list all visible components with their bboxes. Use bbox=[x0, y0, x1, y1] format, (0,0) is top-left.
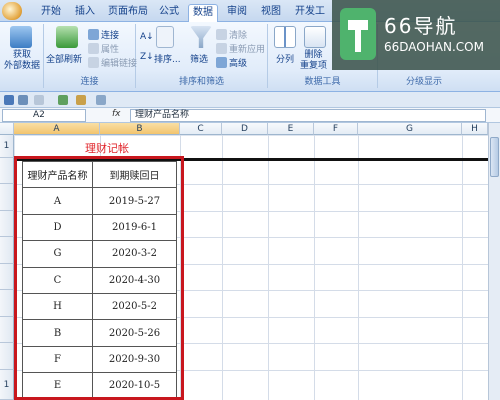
row-header-10[interactable]: 1 bbox=[0, 370, 14, 400]
vertical-scrollbar[interactable] bbox=[488, 123, 500, 400]
gridline bbox=[268, 135, 269, 400]
filter-button[interactable]: 筛选 bbox=[190, 52, 208, 65]
tab-formulas[interactable]: 公式 bbox=[156, 4, 182, 22]
connections-button[interactable]: 连接 bbox=[88, 28, 119, 41]
group-get-external: 获取 外部数据 bbox=[0, 24, 44, 88]
column-header-g[interactable]: G bbox=[358, 123, 462, 135]
watermark-name: 66导航 bbox=[384, 14, 458, 38]
reapply-label: 重新应用 bbox=[229, 45, 266, 55]
connections-label: 连接 bbox=[101, 31, 120, 41]
text-to-columns-icon bbox=[274, 26, 296, 48]
tab-developer[interactable]: 开发工 bbox=[292, 4, 328, 22]
column-header-a[interactable]: A bbox=[14, 123, 100, 135]
tab-data[interactable]: 数据 bbox=[188, 4, 218, 23]
gridline bbox=[462, 135, 463, 400]
column-header-f[interactable]: F bbox=[314, 123, 358, 135]
sort-ascending-icon[interactable]: A↓ bbox=[140, 32, 154, 42]
remove-duplicates-button[interactable]: 删除 重复项 bbox=[300, 50, 327, 72]
sheet-title[interactable]: 理财记帐 bbox=[62, 140, 152, 156]
formula-input[interactable]: 理财产品名称 bbox=[130, 109, 486, 122]
watermark-logo-glyph bbox=[348, 20, 368, 52]
sort-button[interactable]: 排序... bbox=[154, 52, 181, 65]
tab-review[interactable]: 审阅 bbox=[224, 4, 250, 22]
connections-icon bbox=[88, 29, 99, 40]
redo-icon[interactable] bbox=[34, 95, 44, 105]
formula-bar: A2 fx 理财产品名称 bbox=[0, 108, 500, 123]
group-data-tools-label: 数据工具 bbox=[304, 77, 341, 87]
office-button-icon[interactable] bbox=[2, 2, 22, 20]
advanced-filter-icon bbox=[216, 57, 227, 68]
watermark-url: 66DAOHAN.COM bbox=[384, 40, 484, 54]
scrollbar-thumb[interactable] bbox=[490, 137, 499, 177]
clear-button[interactable]: 清除 bbox=[216, 28, 247, 41]
gridline bbox=[314, 135, 315, 400]
filter-icon bbox=[190, 26, 212, 48]
refresh-icon[interactable] bbox=[58, 95, 68, 105]
name-box[interactable]: A2 bbox=[2, 109, 86, 122]
sort-icon[interactable] bbox=[76, 95, 86, 105]
advanced-button[interactable]: 高级 bbox=[216, 56, 247, 69]
edit-links-button[interactable]: 编辑链接 bbox=[88, 56, 137, 69]
gridline bbox=[222, 135, 223, 400]
sort-az-icon bbox=[156, 26, 174, 48]
undo-icon[interactable] bbox=[18, 95, 28, 105]
column-header-e[interactable]: E bbox=[268, 123, 314, 135]
properties-button[interactable]: 属性 bbox=[88, 42, 119, 55]
row-header[interactable] bbox=[0, 290, 14, 317]
reapply-button[interactable]: 重新应用 bbox=[216, 42, 265, 55]
function-icon[interactable]: fx bbox=[112, 109, 121, 119]
refresh-icon bbox=[56, 26, 78, 48]
save-icon[interactable] bbox=[4, 95, 14, 105]
remove-duplicates-icon bbox=[304, 26, 326, 48]
row-header[interactable] bbox=[0, 343, 14, 370]
group-outline-label: 分级显示 bbox=[405, 77, 442, 87]
database-icon bbox=[10, 26, 32, 48]
reapply-icon bbox=[216, 43, 227, 54]
group-sort-filter: A↓ Z↓ 排序... 筛选 清除 重新应用 高级 排序和筛选 bbox=[136, 24, 268, 88]
properties-icon bbox=[88, 43, 99, 54]
row-header-1[interactable]: 1 bbox=[0, 135, 14, 158]
clear-label: 清除 bbox=[229, 31, 248, 41]
gridline bbox=[358, 135, 359, 400]
row-header[interactable] bbox=[0, 184, 14, 211]
column-header-c[interactable]: C bbox=[180, 123, 222, 135]
row-header[interactable] bbox=[0, 158, 14, 184]
text-to-columns-button[interactable]: 分列 bbox=[276, 52, 294, 65]
get-external-data-button[interactable]: 获取 外部数据 bbox=[4, 50, 40, 72]
column-header-h[interactable]: H bbox=[462, 123, 488, 135]
row-header[interactable] bbox=[0, 264, 14, 290]
sort-descending-icon[interactable]: Z↓ bbox=[140, 52, 154, 62]
column-header-d[interactable]: D bbox=[222, 123, 268, 135]
row-header[interactable] bbox=[0, 237, 14, 264]
quick-access-toolbar bbox=[0, 92, 500, 108]
tab-home[interactable]: 开始 bbox=[38, 4, 64, 22]
refresh-all-button[interactable]: 全部刷新 bbox=[46, 52, 82, 65]
row-header[interactable] bbox=[0, 211, 14, 237]
row-header[interactable] bbox=[0, 317, 14, 343]
tab-page-layout[interactable]: 页面布局 bbox=[106, 4, 150, 22]
group-sort-filter-label: 排序和筛选 bbox=[178, 77, 224, 87]
watermark-logo-icon bbox=[340, 8, 376, 60]
tab-insert[interactable]: 插入 bbox=[72, 4, 98, 22]
customize-dropdown-icon[interactable] bbox=[96, 95, 106, 105]
advanced-label: 高级 bbox=[229, 59, 248, 69]
properties-label: 属性 bbox=[101, 45, 120, 55]
tab-view[interactable]: 视图 bbox=[258, 4, 284, 22]
edit-links-label: 编辑链接 bbox=[101, 59, 138, 69]
group-connections-label: 连接 bbox=[80, 77, 99, 87]
select-all-corner[interactable] bbox=[0, 123, 14, 135]
column-header-b[interactable]: B bbox=[100, 123, 180, 135]
watermark: 66导航 66DAOHAN.COM bbox=[332, 0, 500, 70]
highlight-box bbox=[14, 156, 184, 400]
edit-links-icon bbox=[88, 57, 99, 68]
clear-filter-icon bbox=[216, 29, 227, 40]
group-connections: 全部刷新 连接 属性 编辑链接 连接 bbox=[44, 24, 137, 88]
